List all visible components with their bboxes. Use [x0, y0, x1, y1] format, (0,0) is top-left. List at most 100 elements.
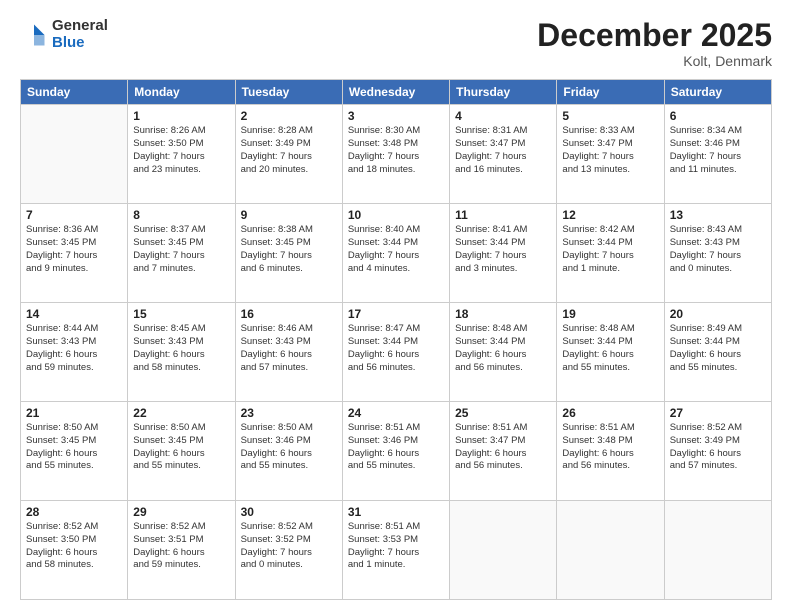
table-row: 2 Sunrise: 8:28 AMSunset: 3:49 PMDaylight…	[235, 105, 342, 204]
day-info: Sunrise: 8:51 AMSunset: 3:47 PMDaylight:…	[455, 422, 551, 473]
day-info: Sunrise: 8:52 AMSunset: 3:49 PMDaylight:…	[670, 422, 766, 473]
day-info: Sunrise: 8:26 AMSunset: 3:50 PMDaylight:…	[133, 125, 229, 176]
table-row: 21 Sunrise: 8:50 AMSunset: 3:45 PMDayligh…	[21, 402, 128, 501]
calendar-week-row: 21 Sunrise: 8:50 AMSunset: 3:45 PMDayligh…	[21, 402, 772, 501]
table-row: 1 Sunrise: 8:26 AMSunset: 3:50 PMDaylight…	[128, 105, 235, 204]
table-row: 17 Sunrise: 8:47 AMSunset: 3:44 PMDayligh…	[342, 303, 449, 402]
day-number: 3	[348, 109, 444, 123]
table-row	[450, 501, 557, 600]
table-row: 28Sunrise: 8:52 AMSunset: 3:50 PMDayligh…	[21, 501, 128, 600]
table-row: 30Sunrise: 8:52 AMSunset: 3:52 PMDayligh…	[235, 501, 342, 600]
day-number: 12	[562, 208, 658, 222]
day-info: Sunrise: 8:37 AMSunset: 3:45 PMDaylight:…	[133, 224, 229, 275]
day-info: Sunrise: 8:43 AMSunset: 3:43 PMDaylight:…	[670, 224, 766, 275]
day-number: 29	[133, 505, 229, 519]
table-row: 7Sunrise: 8:36 AMSunset: 3:45 PMDaylight…	[21, 204, 128, 303]
logo-general: General	[52, 18, 108, 35]
table-row: 6 Sunrise: 8:34 AMSunset: 3:46 PMDaylight…	[664, 105, 771, 204]
table-row	[21, 105, 128, 204]
day-number: 5	[562, 109, 658, 123]
day-number: 2	[241, 109, 337, 123]
day-number: 16	[241, 307, 337, 321]
table-row: 4 Sunrise: 8:31 AMSunset: 3:47 PMDaylight…	[450, 105, 557, 204]
day-info: Sunrise: 8:50 AMSunset: 3:45 PMDaylight:…	[26, 422, 122, 473]
day-number: 22	[133, 406, 229, 420]
table-row: 13 Sunrise: 8:43 AMSunset: 3:43 PMDayligh…	[664, 204, 771, 303]
table-row: 19 Sunrise: 8:48 AMSunset: 3:44 PMDayligh…	[557, 303, 664, 402]
table-row: 14 Sunrise: 8:44 AMSunset: 3:43 PMDayligh…	[21, 303, 128, 402]
day-info: Sunrise: 8:51 AMSunset: 3:48 PMDaylight:…	[562, 422, 658, 473]
day-number: 13	[670, 208, 766, 222]
day-number: 1	[133, 109, 229, 123]
day-number: 11	[455, 208, 551, 222]
table-row: 8Sunrise: 8:37 AMSunset: 3:45 PMDaylight…	[128, 204, 235, 303]
day-info: Sunrise: 8:51 AMSunset: 3:46 PMDaylight:…	[348, 422, 444, 473]
day-number: 20	[670, 307, 766, 321]
table-row: 20 Sunrise: 8:49 AMSunset: 3:44 PMDayligh…	[664, 303, 771, 402]
day-info: Sunrise: 8:33 AMSunset: 3:47 PMDaylight:…	[562, 125, 658, 176]
day-info: Sunrise: 8:49 AMSunset: 3:44 PMDaylight:…	[670, 323, 766, 374]
day-info: Sunrise: 8:42 AMSunset: 3:44 PMDaylight:…	[562, 224, 658, 275]
table-row: 15 Sunrise: 8:45 AMSunset: 3:43 PMDayligh…	[128, 303, 235, 402]
table-row: 16Sunrise: 8:46 AMSunset: 3:43 PMDayligh…	[235, 303, 342, 402]
day-number: 27	[670, 406, 766, 420]
day-number: 30	[241, 505, 337, 519]
day-info: Sunrise: 8:50 AMSunset: 3:45 PMDaylight:…	[133, 422, 229, 473]
day-info: Sunrise: 8:47 AMSunset: 3:44 PMDaylight:…	[348, 323, 444, 374]
day-number: 10	[348, 208, 444, 222]
logo-blue: Blue	[52, 35, 108, 52]
title-block: December 2025 Kolt, Denmark	[537, 18, 772, 69]
day-info: Sunrise: 8:38 AMSunset: 3:45 PMDaylight:…	[241, 224, 337, 275]
col-sunday: Sunday	[21, 80, 128, 105]
col-saturday: Saturday	[664, 80, 771, 105]
calendar-week-row: 28Sunrise: 8:52 AMSunset: 3:50 PMDayligh…	[21, 501, 772, 600]
day-info: Sunrise: 8:34 AMSunset: 3:46 PMDaylight:…	[670, 125, 766, 176]
calendar-header-row: Sunday Monday Tuesday Wednesday Thursday…	[21, 80, 772, 105]
day-number: 9	[241, 208, 337, 222]
calendar-week-row: 7Sunrise: 8:36 AMSunset: 3:45 PMDaylight…	[21, 204, 772, 303]
day-info: Sunrise: 8:41 AMSunset: 3:44 PMDaylight:…	[455, 224, 551, 275]
month-title: December 2025	[537, 18, 772, 53]
table-row	[664, 501, 771, 600]
logo-text: General Blue	[52, 18, 108, 51]
day-number: 21	[26, 406, 122, 420]
col-thursday: Thursday	[450, 80, 557, 105]
col-friday: Friday	[557, 80, 664, 105]
day-info: Sunrise: 8:44 AMSunset: 3:43 PMDaylight:…	[26, 323, 122, 374]
table-row: 9 Sunrise: 8:38 AMSunset: 3:45 PMDaylight…	[235, 204, 342, 303]
table-row: 10 Sunrise: 8:40 AMSunset: 3:44 PMDayligh…	[342, 204, 449, 303]
day-info: Sunrise: 8:51 AMSunset: 3:53 PMDaylight:…	[348, 521, 444, 572]
col-tuesday: Tuesday	[235, 80, 342, 105]
calendar-week-row: 14 Sunrise: 8:44 AMSunset: 3:43 PMDayligh…	[21, 303, 772, 402]
day-info: Sunrise: 8:48 AMSunset: 3:44 PMDaylight:…	[562, 323, 658, 374]
day-info: Sunrise: 8:40 AMSunset: 3:44 PMDaylight:…	[348, 224, 444, 275]
calendar-week-row: 1 Sunrise: 8:26 AMSunset: 3:50 PMDaylight…	[21, 105, 772, 204]
page: General Blue December 2025 Kolt, Denmark…	[0, 0, 792, 612]
table-row: 31Sunrise: 8:51 AMSunset: 3:53 PMDayligh…	[342, 501, 449, 600]
day-number: 6	[670, 109, 766, 123]
table-row	[557, 501, 664, 600]
table-row: 29Sunrise: 8:52 AMSunset: 3:51 PMDayligh…	[128, 501, 235, 600]
day-number: 17	[348, 307, 444, 321]
day-number: 26	[562, 406, 658, 420]
day-number: 14	[26, 307, 122, 321]
day-info: Sunrise: 8:31 AMSunset: 3:47 PMDaylight:…	[455, 125, 551, 176]
logo-icon	[20, 21, 48, 49]
day-info: Sunrise: 8:45 AMSunset: 3:43 PMDaylight:…	[133, 323, 229, 374]
day-number: 18	[455, 307, 551, 321]
day-info: Sunrise: 8:30 AMSunset: 3:48 PMDaylight:…	[348, 125, 444, 176]
day-number: 4	[455, 109, 551, 123]
table-row: 5 Sunrise: 8:33 AMSunset: 3:47 PMDaylight…	[557, 105, 664, 204]
day-info: Sunrise: 8:48 AMSunset: 3:44 PMDaylight:…	[455, 323, 551, 374]
day-number: 24	[348, 406, 444, 420]
day-info: Sunrise: 8:28 AMSunset: 3:49 PMDaylight:…	[241, 125, 337, 176]
day-number: 15	[133, 307, 229, 321]
day-number: 19	[562, 307, 658, 321]
col-monday: Monday	[128, 80, 235, 105]
table-row: 23Sunrise: 8:50 AMSunset: 3:46 PMDayligh…	[235, 402, 342, 501]
calendar-table: Sunday Monday Tuesday Wednesday Thursday…	[20, 79, 772, 600]
table-row: 24 Sunrise: 8:51 AMSunset: 3:46 PMDayligh…	[342, 402, 449, 501]
location-subtitle: Kolt, Denmark	[537, 53, 772, 69]
day-info: Sunrise: 8:50 AMSunset: 3:46 PMDaylight:…	[241, 422, 337, 473]
table-row: 12 Sunrise: 8:42 AMSunset: 3:44 PMDayligh…	[557, 204, 664, 303]
